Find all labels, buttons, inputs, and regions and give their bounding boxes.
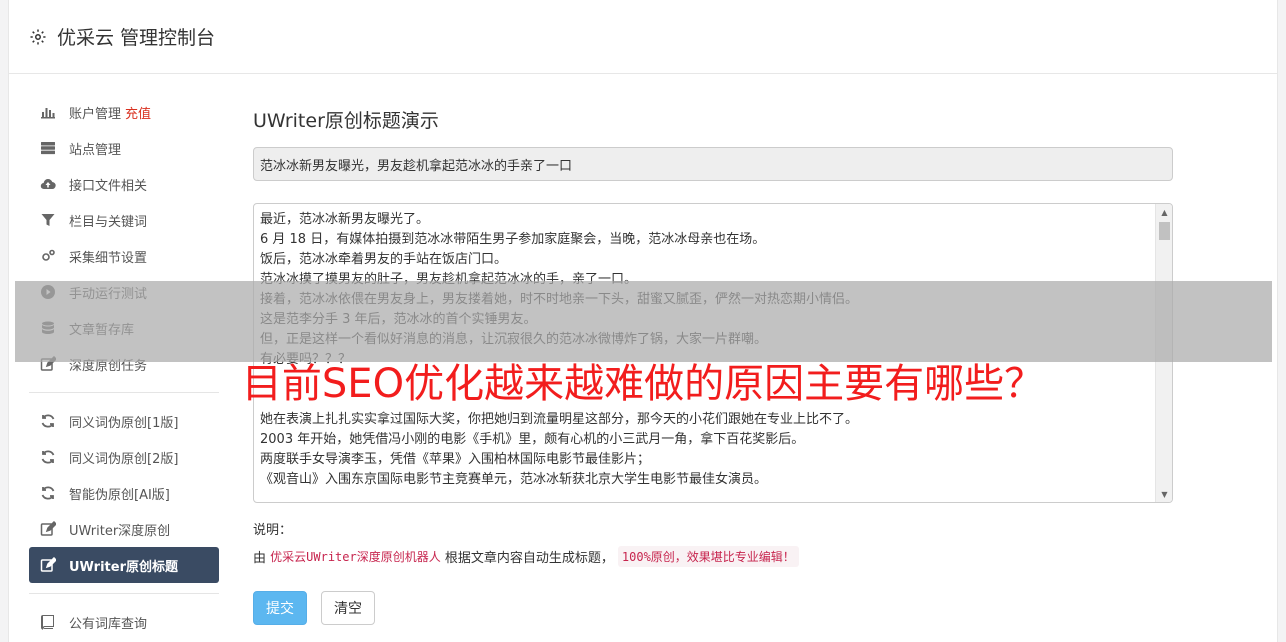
cogs-icon: [39, 247, 57, 265]
page-title: 优采云 管理控制台: [57, 27, 216, 49]
overlay-headline: 目前SEO优化越来越难做的原因主要有哪些？: [241, 361, 1045, 407]
sidebar-item-label: UWriter原创标题: [69, 559, 178, 575]
sidebar-item[interactable]: 智能伪原创[AI版]: [29, 475, 219, 511]
content-line: 2003 年开始，她凭借冯小刚的电影《手机》里，颇有心机的小三武月一角，拿下百花…: [260, 432, 805, 447]
overlay-band: [15, 281, 1272, 362]
note-label: 说明：: [253, 523, 293, 538]
cloud-upload-icon: [39, 175, 57, 193]
refresh-icon: [39, 448, 57, 466]
filter-icon: [39, 211, 57, 229]
bar-chart-icon: [39, 103, 57, 121]
sidebar-item[interactable]: UWriter原创标题: [29, 547, 219, 583]
content-line: 最近，范冰冰新男友曝光了。: [260, 212, 430, 227]
sidebar-item[interactable]: 站点管理: [29, 130, 219, 166]
content-line: 饭后，范冰冰牵着男友的手站在饭店门口。: [260, 252, 508, 267]
refresh-icon: [39, 484, 57, 502]
scroll-up-icon[interactable]: ▲: [1156, 204, 1172, 220]
sidebar-item-label: 公有词库查询: [69, 616, 148, 632]
sidebar-item[interactable]: UWriter深度原创: [29, 511, 219, 547]
generated-title-value: 范冰冰新男友曝光，男友趁机拿起范冰冰的手亲了一口: [260, 158, 573, 174]
note-prefix: 由: [253, 551, 267, 566]
sidebar-item-label: 接口文件相关: [69, 178, 148, 194]
content-line: 6 月 18 日，有媒体拍摄到范冰冰带陌生男子参加家庭聚会，当晚，范冰冰母亲也在…: [260, 232, 766, 247]
nav-divider: [29, 593, 219, 594]
note-text: 由 优采云UWriter深度原创机器人 根据文章内容自动生成标题， 100%原创…: [253, 546, 1173, 567]
sidebar-item[interactable]: 同义词伪原创[2版]: [29, 439, 219, 475]
sidebar-item-label: 账户管理: [69, 106, 122, 122]
server-icon: [39, 139, 57, 157]
book-icon: [39, 613, 57, 631]
generated-title-field[interactable]: 范冰冰新男友曝光，男友趁机拿起范冰冰的手亲了一口: [253, 147, 1173, 181]
sidebar-item-label: 智能伪原创[AI版]: [69, 487, 170, 503]
sidebar-item[interactable]: 采集细节设置: [29, 238, 219, 274]
scroll-thumb[interactable]: [1159, 222, 1170, 240]
section-heading: UWriter原创标题演示: [253, 110, 439, 132]
sidebar-item-label: 同义词伪原创[2版]: [69, 451, 179, 467]
gear-icon: [29, 28, 47, 46]
content-line: 《观音山》入围东京国际电影节主竞赛单元，范冰冰斩获北京大学生电影节最佳女演员。: [260, 472, 768, 487]
note-badge: 100%原创，效果堪比专业编辑！: [617, 546, 799, 567]
sidebar-item[interactable]: 公有词库查询: [29, 604, 219, 640]
edit-icon: [39, 556, 57, 574]
sidebar-item-label: 站点管理: [69, 142, 122, 158]
sidebar-item-label: UWriter深度原创: [69, 523, 171, 539]
content-line: 她在表演上扎扎实实拿过国际大奖，你把她归到流量明星这部分，那今天的小花们跟她在专…: [260, 412, 859, 427]
submit-button[interactable]: 提交: [253, 591, 307, 625]
content-line: 两度联手女导演李玉，凭借《苹果》入围柏林国际电影节最佳影片；: [260, 452, 651, 467]
sidebar-item[interactable]: 接口文件相关: [29, 166, 219, 202]
sidebar-item-label: 同义词伪原创[1版]: [69, 415, 179, 431]
sidebar-item[interactable]: 栏目与关键词: [29, 202, 219, 238]
note-robot-name: 优采云UWriter深度原创机器人: [270, 550, 441, 564]
form-actions: 提交 清空: [253, 591, 1173, 625]
sidebar-item-label: 栏目与关键词: [69, 214, 148, 230]
refresh-icon: [39, 412, 57, 430]
scroll-down-icon[interactable]: ▼: [1156, 486, 1172, 502]
page-header: 优采云 管理控制台: [9, 0, 1277, 74]
sidebar-item[interactable]: 账户管理 充值: [29, 94, 219, 130]
note-middle: 根据文章内容自动生成标题，: [444, 551, 614, 566]
clear-button[interactable]: 清空: [321, 591, 375, 625]
recharge-link[interactable]: 充值: [125, 103, 151, 122]
edit-icon: [39, 520, 57, 538]
sidebar-item-label: 采集细节设置: [69, 250, 148, 266]
